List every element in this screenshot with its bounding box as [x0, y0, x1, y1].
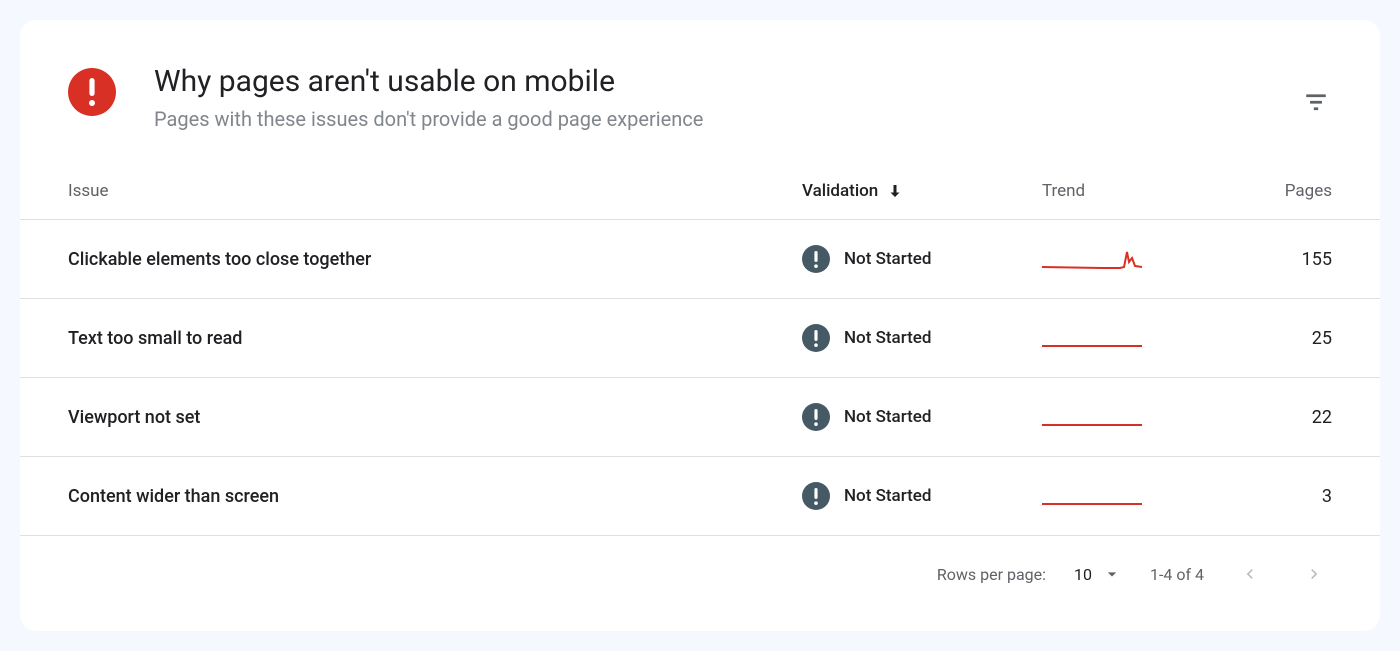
- trend-cell: [1042, 481, 1242, 511]
- validation-status: Not Started: [844, 407, 931, 427]
- pagination-range: 1-4 of 4: [1150, 565, 1204, 584]
- issues-table: Issue Validation Trend Pages Clickable e…: [20, 163, 1380, 536]
- rows-per-page-label: Rows per page:: [937, 565, 1046, 584]
- not-started-icon: [802, 245, 830, 273]
- validation-status: Not Started: [844, 328, 931, 348]
- next-page-button[interactable]: [1296, 556, 1332, 592]
- table-row[interactable]: Text too small to read Not Started 25: [20, 299, 1380, 378]
- trend-sparkline: [1042, 244, 1142, 274]
- issue-name: Viewport not set: [68, 407, 802, 428]
- sort-desc-icon: [886, 182, 904, 200]
- issue-name: Clickable elements too close together: [68, 249, 802, 270]
- filter-icon: [1303, 89, 1329, 115]
- validation-cell: Not Started: [802, 324, 1042, 352]
- column-header-issue[interactable]: Issue: [68, 181, 802, 201]
- column-header-validation[interactable]: Validation: [802, 181, 1042, 201]
- chevron-right-icon: [1304, 564, 1324, 584]
- column-header-trend[interactable]: Trend: [1042, 181, 1242, 201]
- trend-sparkline: [1042, 323, 1142, 353]
- trend-cell: [1042, 402, 1242, 432]
- trend-cell: [1042, 244, 1242, 274]
- alert-icon: [68, 68, 116, 116]
- pagination: Rows per page: 10 1-4 of 4: [20, 536, 1380, 612]
- column-header-pages[interactable]: Pages: [1242, 181, 1332, 201]
- issues-card: Why pages aren't usable on mobile Pages …: [20, 20, 1380, 631]
- table-row[interactable]: Clickable elements too close together No…: [20, 220, 1380, 299]
- pages-count: 22: [1242, 407, 1332, 428]
- not-started-icon: [802, 403, 830, 431]
- trend-cell: [1042, 323, 1242, 353]
- pages-count: 3: [1242, 486, 1332, 507]
- filter-button[interactable]: [1296, 82, 1336, 122]
- pages-count: 25: [1242, 328, 1332, 349]
- validation-status: Not Started: [844, 486, 931, 506]
- table-header-row: Issue Validation Trend Pages: [20, 163, 1380, 220]
- issue-name: Text too small to read: [68, 328, 802, 349]
- chevron-left-icon: [1240, 564, 1260, 584]
- validation-cell: Not Started: [802, 245, 1042, 273]
- validation-status: Not Started: [844, 249, 931, 269]
- issue-name: Content wider than screen: [68, 486, 802, 507]
- card-title: Why pages aren't usable on mobile: [154, 64, 1332, 99]
- not-started-icon: [802, 324, 830, 352]
- rows-per-page-select[interactable]: 10: [1074, 564, 1122, 584]
- validation-cell: Not Started: [802, 403, 1042, 431]
- validation-cell: Not Started: [802, 482, 1042, 510]
- trend-sparkline: [1042, 481, 1142, 511]
- pages-count: 155: [1242, 249, 1332, 270]
- card-header: Why pages aren't usable on mobile Pages …: [20, 20, 1380, 163]
- header-text: Why pages aren't usable on mobile Pages …: [154, 64, 1332, 131]
- validation-header-label: Validation: [802, 181, 878, 201]
- prev-page-button[interactable]: [1232, 556, 1268, 592]
- table-row[interactable]: Viewport not set Not Started 22: [20, 378, 1380, 457]
- rows-per-page-value: 10: [1074, 565, 1092, 584]
- trend-sparkline: [1042, 402, 1142, 432]
- card-subtitle: Pages with these issues don't provide a …: [154, 107, 1332, 131]
- not-started-icon: [802, 482, 830, 510]
- table-row[interactable]: Content wider than screen Not Started 3: [20, 457, 1380, 536]
- dropdown-icon: [1102, 564, 1122, 584]
